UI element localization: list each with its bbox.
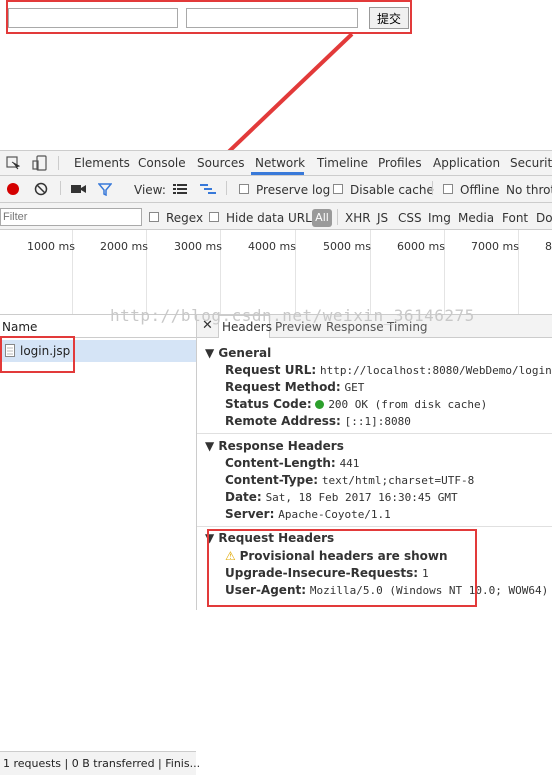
request-method-value: GET bbox=[344, 381, 365, 394]
filter-icon[interactable] bbox=[97, 182, 113, 199]
timeline-tick: 2000 ms bbox=[100, 240, 148, 253]
timeline-tick: 3000 ms bbox=[174, 240, 222, 253]
content-length-value: 441 bbox=[339, 457, 360, 470]
status-code-key: Status Code: bbox=[225, 397, 312, 411]
date-row: Date: Sat, 18 Feb 2017 16:30:45 GMT bbox=[225, 490, 458, 504]
status-bar-text: 1 requests | 0 B transferred | Finis... bbox=[3, 757, 201, 770]
filter-all-button[interactable]: All bbox=[312, 209, 332, 227]
filter-input[interactable] bbox=[0, 208, 142, 226]
date-key: Date: bbox=[225, 490, 262, 504]
filter-js[interactable]: JS bbox=[377, 211, 388, 225]
tab-console[interactable]: Console bbox=[138, 156, 186, 170]
server-value: Apache-Coyote/1.1 bbox=[278, 508, 391, 521]
timeline-tick: 6000 ms bbox=[397, 240, 445, 253]
hide-data-urls-checkbox[interactable] bbox=[209, 212, 219, 222]
name-header-label: Name bbox=[2, 320, 38, 334]
request-method-key: Request Method: bbox=[225, 380, 341, 394]
list-view-icon[interactable] bbox=[173, 183, 187, 198]
request-headers-highlight bbox=[207, 529, 477, 607]
devtools-tabbar: Elements Console Sources Network Timelin… bbox=[0, 151, 552, 176]
remote-address-row: Remote Address: [::1]:8080 bbox=[225, 414, 411, 428]
content-length-key: Content-Length: bbox=[225, 456, 336, 470]
remote-address-key: Remote Address: bbox=[225, 414, 341, 428]
request-url-value: http://localhost:8080/WebDemo/login.jsp bbox=[319, 364, 552, 377]
record-icon[interactable] bbox=[6, 182, 20, 199]
filter-divider bbox=[337, 209, 338, 225]
tab-application[interactable]: Application bbox=[433, 156, 500, 170]
clear-icon[interactable] bbox=[34, 182, 48, 199]
server-key: Server: bbox=[225, 507, 275, 521]
filter-img[interactable]: Img bbox=[428, 211, 451, 225]
timeline-tick: 4000 ms bbox=[248, 240, 296, 253]
preserve-log-checkbox[interactable] bbox=[239, 184, 249, 194]
status-code-row: Status Code: 200 OK (from disk cache) bbox=[225, 397, 487, 411]
toolbar-divider bbox=[60, 181, 61, 195]
waterfall-view-icon[interactable] bbox=[200, 183, 216, 198]
login-row-highlight bbox=[0, 336, 75, 373]
status-code-value: 200 OK (from disk cache) bbox=[328, 398, 488, 411]
content-type-key: Content-Type: bbox=[225, 473, 319, 487]
timeline-tick: 5000 ms bbox=[323, 240, 371, 253]
response-headers-title-text: Response Headers bbox=[218, 439, 344, 453]
device-mode-icon[interactable] bbox=[32, 155, 48, 174]
response-headers-section-title[interactable]: ▼ Response Headers bbox=[205, 439, 344, 453]
general-title-text: General bbox=[218, 346, 272, 360]
server-row: Server: Apache-Coyote/1.1 bbox=[225, 507, 391, 521]
view-label: View: bbox=[134, 183, 166, 197]
regex-label: Regex bbox=[166, 211, 204, 225]
tab-divider bbox=[58, 156, 59, 170]
section-divider bbox=[197, 526, 552, 527]
timeline-overview: 1000 ms 2000 ms 3000 ms 4000 ms 5000 ms … bbox=[0, 230, 552, 315]
disable-cache-label: Disable cache bbox=[350, 183, 434, 197]
preserve-log-label: Preserve log bbox=[256, 183, 331, 197]
tab-sources[interactable]: Sources bbox=[197, 156, 244, 170]
content-type-row: Content-Type: text/html;charset=UTF-8 bbox=[225, 473, 474, 487]
request-method-row: Request Method: GET bbox=[225, 380, 364, 394]
tab-timeline[interactable]: Timeline bbox=[317, 156, 368, 170]
remote-address-value: [::1]:8080 bbox=[344, 415, 411, 428]
timeline-tick: 7000 ms bbox=[471, 240, 519, 253]
request-url-key: Request URL: bbox=[225, 363, 317, 377]
date-value: Sat, 18 Feb 2017 16:30:45 GMT bbox=[265, 491, 458, 504]
status-dot-icon bbox=[315, 400, 325, 409]
throttle-select[interactable]: No throt bbox=[506, 183, 552, 197]
tab-elements[interactable]: Elements bbox=[74, 156, 130, 170]
request-url-row: Request URL: http://localhost:8080/WebDe… bbox=[225, 363, 552, 377]
network-toolbar: View: Preserve log Disable cache Offline… bbox=[0, 176, 552, 203]
filter-xhr[interactable]: XHR bbox=[345, 211, 371, 225]
status-bar: 1 requests | 0 B transferred | Finis... bbox=[0, 751, 200, 775]
filter-font[interactable]: Font bbox=[502, 211, 528, 225]
filter-media[interactable]: Media bbox=[458, 211, 494, 225]
active-tab-indicator bbox=[251, 172, 304, 175]
content-type-value: text/html;charset=UTF-8 bbox=[321, 474, 475, 487]
content-length-row: Content-Length: 441 bbox=[225, 456, 359, 470]
toolbar-divider bbox=[226, 181, 227, 195]
timeline-tick: 8 bbox=[545, 240, 552, 253]
section-divider bbox=[197, 433, 552, 434]
triangle-down-icon: ▼ bbox=[205, 346, 215, 360]
timeline-tick: 1000 ms bbox=[27, 240, 75, 253]
filter-css[interactable]: CSS bbox=[398, 211, 422, 225]
triangle-down-icon: ▼ bbox=[205, 439, 215, 453]
tab-profiles[interactable]: Profiles bbox=[378, 156, 422, 170]
filter-doc[interactable]: Doc bbox=[536, 211, 552, 225]
offline-checkbox[interactable] bbox=[443, 184, 453, 194]
disable-cache-checkbox[interactable] bbox=[333, 184, 343, 194]
filter-bar: Regex Hide data URLs All XHR JS CSS Img … bbox=[0, 203, 552, 230]
regex-checkbox[interactable] bbox=[149, 212, 159, 222]
offline-label: Offline bbox=[460, 183, 500, 197]
toolbar-divider bbox=[432, 181, 433, 195]
camera-icon[interactable] bbox=[71, 183, 87, 198]
tab-network[interactable]: Network bbox=[255, 156, 305, 170]
hide-data-urls-label: Hide data URLs bbox=[226, 211, 319, 225]
general-section-title[interactable]: ▼ General bbox=[205, 346, 271, 360]
inspect-icon[interactable] bbox=[6, 156, 21, 173]
tab-security[interactable]: Security bbox=[510, 156, 552, 170]
watermark-text: http://blog.csdn.net/weixin_36146275 bbox=[110, 306, 475, 325]
